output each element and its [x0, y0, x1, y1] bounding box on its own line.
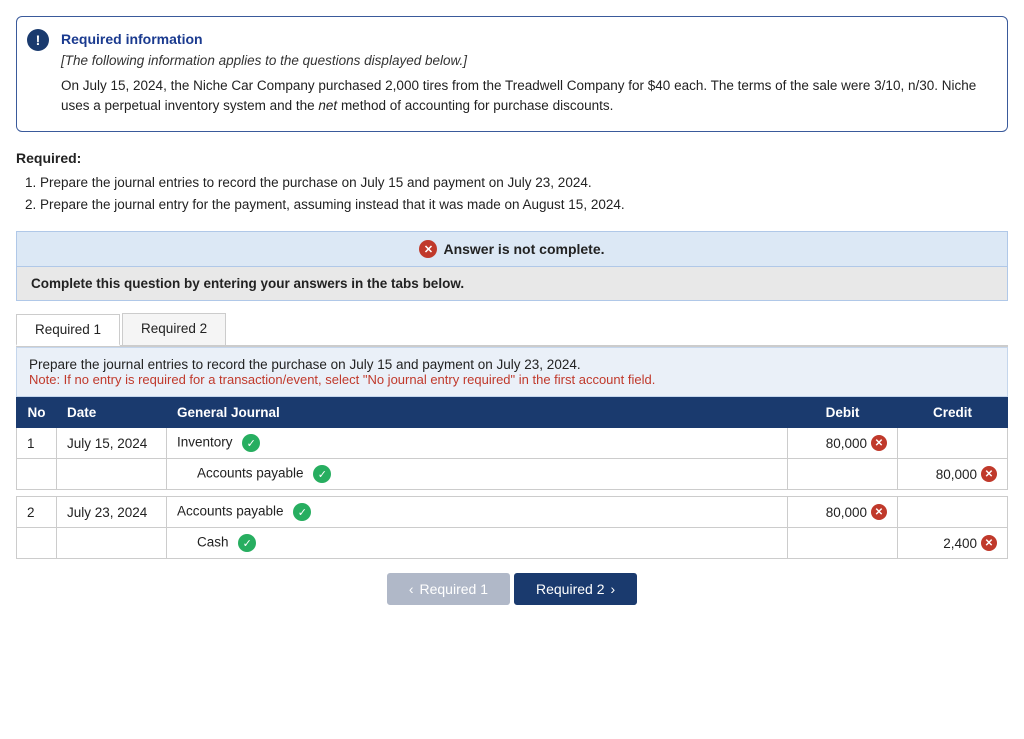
entry-no-1: 1 — [17, 428, 57, 459]
col-header-journal: General Journal — [167, 398, 788, 428]
answer-status-bar: ✕ Answer is not complete. — [16, 231, 1008, 267]
exclamation-icon: ! — [27, 29, 49, 51]
entry-debit-2[interactable]: 80,000 ✕ — [788, 497, 898, 528]
prev-arrow-icon: ‹ — [409, 581, 414, 597]
entry-credit-2b[interactable]: 2,400 ✕ — [898, 528, 1008, 559]
check-icon-2b: ✓ — [238, 534, 256, 552]
check-icon-2: ✓ — [293, 503, 311, 521]
entry-date-1: July 15, 2024 — [57, 428, 167, 459]
table-row: 2 July 23, 2024 Accounts payable ✓ 80,00… — [17, 497, 1008, 528]
col-header-credit: Credit — [898, 398, 1008, 428]
entry-account-1b[interactable]: Accounts payable ✓ — [167, 459, 788, 490]
table-row: Accounts payable ✓ 80,000 ✕ — [17, 459, 1008, 490]
error-badge-debit-1: ✕ — [871, 435, 887, 451]
error-badge-credit-2b: ✕ — [981, 535, 997, 551]
entry-account-2b[interactable]: Cash ✓ — [167, 528, 788, 559]
journal-note: Note: If no entry is required for a tran… — [29, 372, 995, 387]
entry-no-2: 2 — [17, 497, 57, 528]
info-title: Required information — [61, 31, 991, 47]
required-section: Required: Prepare the journal entries to… — [16, 150, 1008, 218]
entry-account-1[interactable]: Inventory ✓ — [167, 428, 788, 459]
complete-instruction-bar: Complete this question by entering your … — [16, 267, 1008, 301]
entry-credit-1[interactable] — [898, 428, 1008, 459]
error-badge-debit-2: ✕ — [871, 504, 887, 520]
tab-required-2[interactable]: Required 2 — [122, 313, 226, 345]
required-list: Prepare the journal entries to record th… — [16, 172, 1008, 218]
col-header-no: No — [17, 398, 57, 428]
journal-table: No Date General Journal Debit Credit 1 J… — [16, 397, 1008, 559]
table-row: Cash ✓ 2,400 ✕ — [17, 528, 1008, 559]
journal-description-text: Prepare the journal entries to record th… — [29, 357, 995, 372]
required-label: Required: — [16, 150, 1008, 166]
error-badge-credit-1b: ✕ — [981, 466, 997, 482]
info-box: ! Required information [The following in… — [16, 16, 1008, 132]
next-arrow-icon: › — [611, 581, 616, 597]
entry-debit-1[interactable]: 80,000 ✕ — [788, 428, 898, 459]
answer-status-text: Answer is not complete. — [443, 241, 604, 257]
entry-date-2: July 23, 2024 — [57, 497, 167, 528]
check-icon-1: ✓ — [242, 434, 260, 452]
tabs-container: Required 1 Required 2 — [16, 313, 1008, 347]
entry-credit-1b[interactable]: 80,000 ✕ — [898, 459, 1008, 490]
check-icon-1b: ✓ — [313, 465, 331, 483]
required-item-2: Prepare the journal entry for the paymen… — [40, 194, 1008, 217]
entry-account-2[interactable]: Accounts payable ✓ — [167, 497, 788, 528]
next-button-label: Required 2 — [536, 581, 605, 597]
spacer-row — [17, 490, 1008, 497]
tab-required-1[interactable]: Required 1 — [16, 314, 120, 346]
nav-buttons: ‹ Required 1 Required 2 › — [16, 573, 1008, 605]
x-icon: ✕ — [419, 240, 437, 258]
info-subtitle: [The following information applies to th… — [61, 53, 991, 68]
entry-debit-2b[interactable] — [788, 528, 898, 559]
prev-button[interactable]: ‹ Required 1 — [387, 573, 510, 605]
prev-button-label: Required 1 — [420, 581, 489, 597]
entry-debit-1b[interactable] — [788, 459, 898, 490]
next-button[interactable]: Required 2 › — [514, 573, 637, 605]
col-header-debit: Debit — [788, 398, 898, 428]
table-row: 1 July 15, 2024 Inventory ✓ 80,000 ✕ — [17, 428, 1008, 459]
complete-instruction-text: Complete this question by entering your … — [31, 276, 464, 291]
info-body: On July 15, 2024, the Niche Car Company … — [61, 76, 991, 117]
col-header-date: Date — [57, 398, 167, 428]
required-item-1: Prepare the journal entries to record th… — [40, 172, 1008, 195]
journal-section: Prepare the journal entries to record th… — [16, 347, 1008, 559]
entry-credit-2[interactable] — [898, 497, 1008, 528]
journal-description: Prepare the journal entries to record th… — [16, 347, 1008, 397]
